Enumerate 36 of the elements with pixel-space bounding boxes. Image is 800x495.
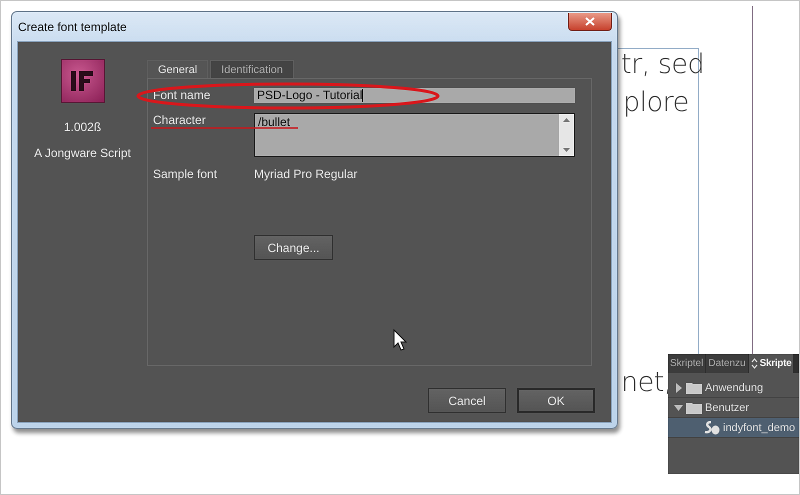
- change-button[interactable]: Change...: [254, 235, 333, 260]
- mouse-pointer-icon: [394, 328, 408, 351]
- scroll-down-icon[interactable]: [563, 148, 570, 152]
- item-label: indyfont_demo: [723, 422, 796, 434]
- close-icon: [585, 17, 595, 26]
- dialog-button[interactable]: OK: [517, 388, 595, 413]
- document-text: plore: [623, 87, 689, 118]
- script-icon: [704, 420, 720, 434]
- app-logo-icon: [60, 59, 104, 103]
- text-area[interactable]: /bullet: [254, 113, 575, 157]
- author-text: A Jongware Script: [34, 146, 131, 160]
- text-field[interactable]: PSD-Logo - Tutorial: [254, 88, 575, 103]
- field-label: Character: [153, 113, 207, 127]
- tab[interactable]: General: [147, 60, 208, 78]
- sort-arrows-icon: [750, 358, 758, 369]
- close-button[interactable]: [568, 13, 612, 31]
- scrollbar[interactable]: [559, 114, 574, 156]
- field-label: Font name: [153, 88, 212, 102]
- folder-icon: [686, 402, 702, 414]
- tab[interactable]: Identification: [210, 60, 294, 78]
- item-label: Benutzer: [705, 402, 750, 414]
- expand-arrow-icon[interactable]: [674, 382, 683, 392]
- panel-tab[interactable]: Datenzu: [706, 354, 748, 373]
- field-label: Sample font: [153, 167, 218, 181]
- document-text: tr, sed: [621, 49, 704, 80]
- tree-item[interactable]: indyfont_demo: [668, 418, 799, 438]
- folder-icon: [686, 382, 702, 394]
- version-text: 1.002ß: [64, 120, 102, 134]
- value-text: Myriad Pro Regular: [254, 167, 358, 181]
- window-title: Create font template: [18, 20, 127, 34]
- panel-tab[interactable]: Skriptel: [668, 354, 706, 373]
- panel-tab[interactable]: Skripte: [748, 354, 794, 373]
- item-label: Anwendung: [705, 382, 764, 394]
- dialog-button[interactable]: Cancel: [428, 388, 506, 413]
- collapse-arrow-icon[interactable]: [674, 404, 683, 410]
- scroll-up-icon[interactable]: [563, 118, 570, 122]
